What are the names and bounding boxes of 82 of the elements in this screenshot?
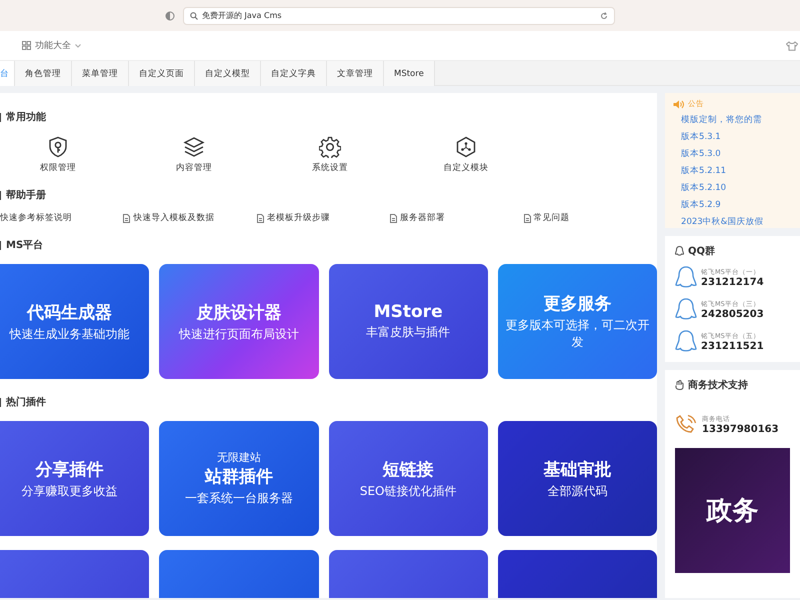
shortcut-item[interactable]: 自定义模块 xyxy=(398,136,534,174)
tab[interactable]: 自定义模型 xyxy=(195,61,261,86)
banner-title: 站群插件 xyxy=(204,466,273,488)
tab[interactable]: 文章管理 xyxy=(327,61,384,86)
banner-subtitle: 一套系统一台服务器 xyxy=(184,490,293,507)
notice-link[interactable]: 模版定制，将您的需 xyxy=(681,114,792,126)
help-link[interactable]: 常见问题 xyxy=(524,212,658,224)
help-link[interactable]: 老模板升级步骤 xyxy=(256,212,390,224)
shield-key-icon xyxy=(47,136,69,158)
shirt-icon[interactable] xyxy=(786,40,800,50)
grid-icon xyxy=(22,41,31,50)
penguin-icon xyxy=(675,298,698,322)
shortcut-item[interactable]: 系统设置 xyxy=(262,136,398,174)
banner-title: 分享插件 xyxy=(36,458,104,480)
banner-title: 短链接 xyxy=(382,458,434,480)
tab[interactable]: 台 xyxy=(0,61,15,86)
tab[interactable]: 角色管理 xyxy=(15,61,72,86)
section-title: MS平台 xyxy=(6,238,44,252)
tab[interactable]: 自定义页面 xyxy=(129,61,195,86)
tab[interactable]: MStore xyxy=(384,61,435,86)
notice-link[interactable]: 版本5.2.11 xyxy=(681,165,792,177)
phone-number: 13397980163 xyxy=(702,424,779,436)
speaker-icon xyxy=(673,100,684,108)
notice-link[interactable]: 版本5.2.9 xyxy=(681,199,792,211)
settings-icon xyxy=(319,136,341,158)
shortcut-item[interactable]: 权限管理 xyxy=(0,136,126,174)
group-number: 231211521 xyxy=(701,341,764,352)
penguin-icon xyxy=(675,246,684,256)
banner-card[interactable]: 短链接 SEO链接优化插件 xyxy=(328,421,488,536)
document-icon xyxy=(256,214,264,222)
sidebar-icon[interactable] xyxy=(165,10,175,20)
group-number: 242805203 xyxy=(701,309,764,320)
notice-link[interactable]: 版本5.3.1 xyxy=(681,131,792,143)
banner-card[interactable]: 基础审批 全部源代码 xyxy=(498,421,658,536)
banner-title: 基础审批 xyxy=(543,458,612,480)
section-title: 帮助手册 xyxy=(6,188,46,202)
search-icon xyxy=(190,12,198,20)
panel-title: 商务技术支持 xyxy=(688,378,748,392)
banner-subtitle: 更多版本可选择，可二次开发 xyxy=(504,317,650,351)
banner-subtitle: 快速进行页面布局设计 xyxy=(178,326,299,342)
banner-card[interactable]: 无限建站 站群插件 一套系统一台服务器 xyxy=(159,421,319,536)
promo-banner[interactable]: 政务 xyxy=(675,448,790,574)
banner-subtitle: 丰富皮肤与插件 xyxy=(366,324,450,341)
tab[interactable]: 菜单管理 xyxy=(72,61,129,86)
penguin-icon xyxy=(675,266,698,290)
banner-subtitle: SEO链接优化插件 xyxy=(360,482,456,500)
banner-card[interactable]: 更多服务 更多版本可选择，可二次开发 xyxy=(498,264,658,379)
banner-card[interactable]: 皮肤设计器 快速进行页面布局设计 xyxy=(159,264,319,379)
shortcut-item[interactable]: 内容管理 xyxy=(126,136,262,174)
menu-button[interactable]: 功能大全 xyxy=(22,39,81,52)
banner-title: 皮肤设计器 xyxy=(196,302,282,324)
banner-card[interactable]: MStore 丰富皮肤与插件 xyxy=(328,264,488,379)
group-number: 231212174 xyxy=(701,277,764,288)
banner-title: 代码生成器 xyxy=(27,302,112,324)
panel-title: QQ群 xyxy=(688,244,716,258)
document-icon xyxy=(123,214,130,222)
banner-card[interactable]: 代码生成器 快速生成业务基础功能 xyxy=(0,264,150,379)
banner-subtitle: 分享赚取更多收益 xyxy=(22,482,118,500)
layers-icon xyxy=(183,136,205,158)
banner-card[interactable]: 分享插件 分享赚取更多收益 xyxy=(0,421,150,536)
notice-link[interactable]: 2023中秋&国庆放假 xyxy=(681,216,792,228)
hand-icon xyxy=(675,380,684,390)
document-icon xyxy=(390,214,398,222)
notice-link[interactable]: 版本5.3.0 xyxy=(681,148,792,160)
banner-title: MStore xyxy=(374,302,443,322)
banner-subtitle: 快速生成业务基础功能 xyxy=(10,326,130,342)
section-title: 热门插件 xyxy=(6,395,46,409)
banner-eyebrow: 无限建站 xyxy=(216,450,261,465)
document-icon xyxy=(524,214,531,222)
penguin-icon xyxy=(675,330,698,354)
banner-subtitle: 全部源代码 xyxy=(547,482,608,500)
hexagon-icon xyxy=(455,136,477,158)
reload-icon[interactable] xyxy=(600,12,608,20)
section-title: 常用功能 xyxy=(6,110,46,124)
address-bar[interactable]: 免费开源的 Java Cms xyxy=(183,6,615,24)
help-link[interactable]: 服务器部署 xyxy=(390,212,524,224)
help-link[interactable]: 快速参考标签说明 xyxy=(0,212,124,224)
banner-title: 更多服务 xyxy=(543,293,612,315)
caret-icon xyxy=(75,44,81,48)
notice-link[interactable]: 版本5.2.10 xyxy=(681,182,792,194)
tab[interactable]: 自定义字典 xyxy=(261,61,327,86)
help-link[interactable]: 快速导入模板及数据 xyxy=(123,212,257,224)
